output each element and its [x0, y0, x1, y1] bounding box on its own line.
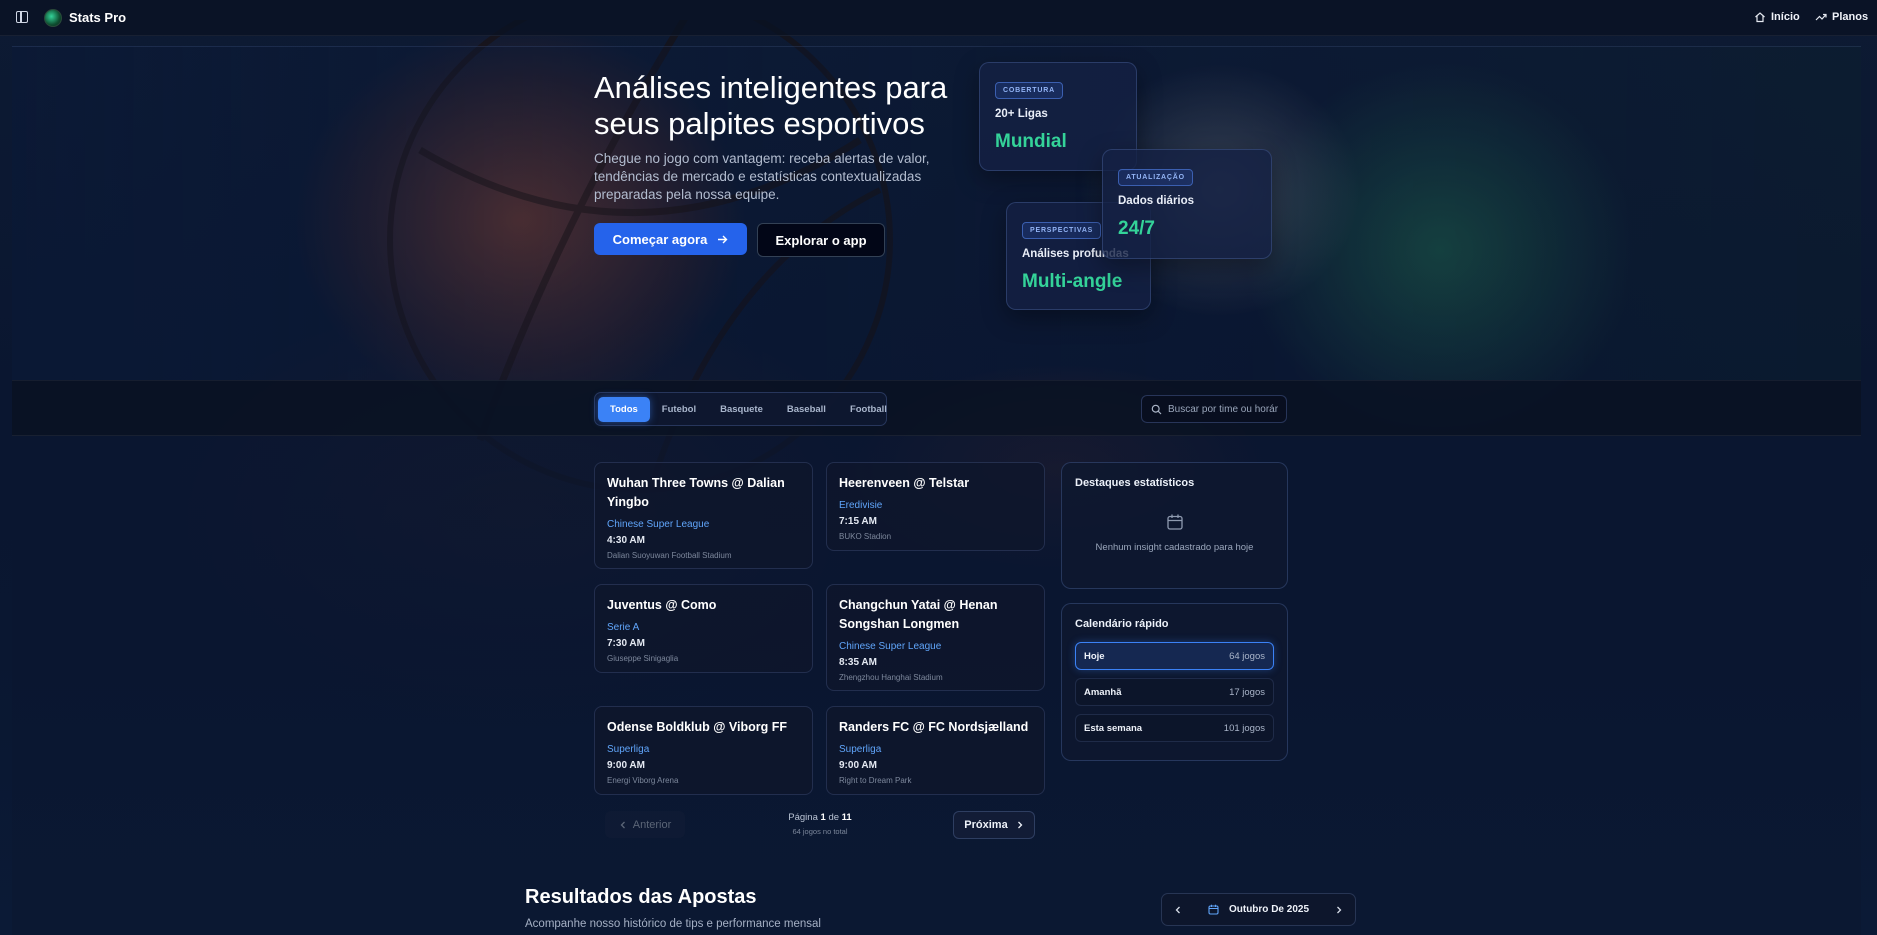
- game-league: Chinese Super League: [839, 641, 942, 652]
- results-title: Resultados das Apostas: [525, 886, 757, 908]
- game-card[interactable]: Changchun Yatai @ Henan Songshan Longmen…: [826, 584, 1045, 691]
- game-league: Eredivisie: [839, 500, 883, 511]
- calendar-row-label: Esta semana: [1084, 722, 1143, 734]
- game-league: Chinese Super League: [607, 519, 710, 530]
- stat-label: Dados diários: [1118, 195, 1195, 207]
- insights-panel: Destaques estatísticos Nenhum insight ca…: [1061, 462, 1288, 589]
- game-title: Heerenveen @ Telstar: [839, 476, 970, 490]
- game-league: Superliga: [607, 744, 650, 755]
- game-venue: Dalian Suoyuwan Football Stadium: [607, 551, 732, 560]
- current-month: Outubro De 2025: [1228, 904, 1310, 915]
- calendar-row-count: 64 jogos: [1229, 650, 1265, 662]
- previous-page-label: Anterior: [632, 818, 672, 831]
- top-bar: Stats Pro Início Planos: [0, 0, 1877, 36]
- game-card[interactable]: Juventus @ Como Serie A 7:30 AM Giuseppe…: [594, 584, 813, 673]
- game-time: 9:00 AM: [839, 760, 877, 771]
- of-word: de: [828, 812, 840, 823]
- current-page: 1: [820, 812, 826, 823]
- tab-todos[interactable]: Todos: [598, 396, 650, 422]
- search-input[interactable]: [1168, 403, 1278, 415]
- pagination-info: Página 1 de 11 64 jogos no total: [760, 812, 880, 836]
- next-page-label: Próxima: [964, 819, 1008, 831]
- filter-bar: [12, 380, 1861, 436]
- game-venue: Giuseppe Sinigaglia: [607, 654, 679, 663]
- game-time: 8:35 AM: [839, 657, 877, 668]
- nav-home-link[interactable]: Início: [1754, 11, 1800, 23]
- game-title: Odense Boldklub @ Viborg FF: [607, 720, 788, 734]
- stat-value: 24/7: [1118, 218, 1155, 239]
- stat-badge: ATUALIZAÇÃO: [1118, 169, 1193, 186]
- game-title: Changchun Yatai @ Henan Songshan Longmen: [839, 598, 998, 631]
- calendar-row-count: 17 jogos: [1229, 686, 1265, 698]
- game-league: Superliga: [839, 744, 882, 755]
- next-page-button[interactable]: Próxima: [953, 811, 1035, 839]
- chevron-left-icon: [620, 821, 625, 828]
- arrow-right-icon: [718, 235, 728, 243]
- brand-name[interactable]: Stats Pro: [69, 10, 126, 25]
- results-subtitle: Acompanhe nosso histórico de tips e perf…: [525, 918, 821, 930]
- tab-futebol[interactable]: Futebol: [650, 397, 708, 422]
- game-time: 9:00 AM: [607, 760, 645, 771]
- start-now-button[interactable]: Começar agora: [594, 223, 747, 255]
- search-box[interactable]: [1141, 395, 1287, 423]
- calendar-row-week[interactable]: Esta semana 101 jogos: [1075, 714, 1274, 742]
- total-games: 64 jogos no total: [792, 827, 848, 836]
- nav-plans-label: Planos: [1832, 11, 1869, 23]
- sport-tabs: Todos Futebol Basquete Baseball Football: [594, 392, 887, 426]
- start-now-label: Começar agora: [612, 231, 708, 247]
- calendar-row-label: Hoje: [1084, 650, 1105, 662]
- calendar-row-tomorrow[interactable]: Amanhã 17 jogos: [1075, 678, 1274, 706]
- game-venue: Energi Viborg Arena: [607, 776, 679, 785]
- explore-app-button[interactable]: Explorar o app: [757, 223, 885, 257]
- game-time: 7:30 AM: [607, 638, 645, 649]
- game-venue: Right to Dream Park: [839, 776, 912, 785]
- game-title: Randers FC @ FC Nordsjælland: [839, 720, 1029, 734]
- stat-badge: COBERTURA: [995, 82, 1063, 99]
- stat-value: Mundial: [995, 131, 1067, 152]
- calendar-row-today[interactable]: Hoje 64 jogos: [1075, 642, 1274, 670]
- game-card[interactable]: Odense Boldklub @ Viborg FF Superliga 9:…: [594, 706, 813, 795]
- game-venue: Zhengzhou Hanghai Stadium: [839, 673, 943, 682]
- hero-subtitle: Chegue no jogo com vantagem: receba aler…: [594, 151, 930, 202]
- logo-icon[interactable]: [44, 9, 62, 27]
- sidebar-toggle-icon[interactable]: [16, 11, 28, 23]
- game-card[interactable]: Wuhan Three Towns @ Dalian Yingbo Chines…: [594, 462, 813, 569]
- game-card[interactable]: Randers FC @ FC Nordsjælland Superliga 9…: [826, 706, 1045, 795]
- nav-plans-link[interactable]: Planos: [1815, 11, 1868, 23]
- calendar-icon: [1208, 904, 1219, 915]
- insights-empty-text: Nenhum insight cadastrado para hoje: [1095, 542, 1254, 553]
- game-card[interactable]: Heerenveen @ Telstar Eredivisie 7:15 AM …: [826, 462, 1045, 551]
- game-title: Juventus @ Como: [607, 598, 717, 612]
- trending-up-icon: [1815, 13, 1827, 21]
- tab-football[interactable]: Football: [838, 397, 899, 422]
- month-selector: Outubro De 2025: [1161, 893, 1356, 926]
- home-icon: [1755, 12, 1765, 23]
- chevron-right-icon: [1017, 821, 1023, 829]
- calendar-row-count: 101 jogos: [1223, 722, 1265, 734]
- previous-page-button[interactable]: Anterior: [605, 811, 685, 838]
- calendar-icon: [1166, 514, 1183, 530]
- game-time: 4:30 AM: [607, 535, 645, 546]
- calendar-row-label: Amanhã: [1084, 686, 1122, 698]
- insights-title: Destaques estatísticos: [1075, 477, 1195, 489]
- chevron-left-icon[interactable]: [1174, 906, 1182, 914]
- stat-card-updates: ATUALIZAÇÃO Dados diários 24/7: [1102, 149, 1272, 259]
- search-icon: [1151, 404, 1162, 414]
- nav-home-label: Início: [1771, 11, 1800, 23]
- game-venue: BUKO Stadion: [839, 532, 892, 541]
- game-time: 7:15 AM: [839, 516, 877, 527]
- total-pages: 11: [841, 812, 852, 823]
- game-title: Wuhan Three Towns @ Dalian Yingbo: [607, 476, 785, 509]
- tab-basquete[interactable]: Basquete: [708, 397, 775, 422]
- tab-baseball[interactable]: Baseball: [775, 397, 838, 422]
- stat-value: Multi-angle: [1022, 271, 1123, 292]
- hero-title: Análises inteligentes para seus palpites…: [594, 70, 948, 141]
- stat-label: 20+ Ligas: [995, 108, 1048, 120]
- stat-badge: PERSPECTIVAS: [1022, 222, 1102, 239]
- game-league: Serie A: [607, 622, 640, 633]
- page-word: Página: [788, 812, 818, 823]
- chevron-right-icon[interactable]: [1335, 906, 1343, 914]
- quick-calendar-panel: Calendário rápido Hoje 64 jogos Amanhã 1…: [1061, 603, 1288, 761]
- calendar-title: Calendário rápido: [1075, 618, 1169, 630]
